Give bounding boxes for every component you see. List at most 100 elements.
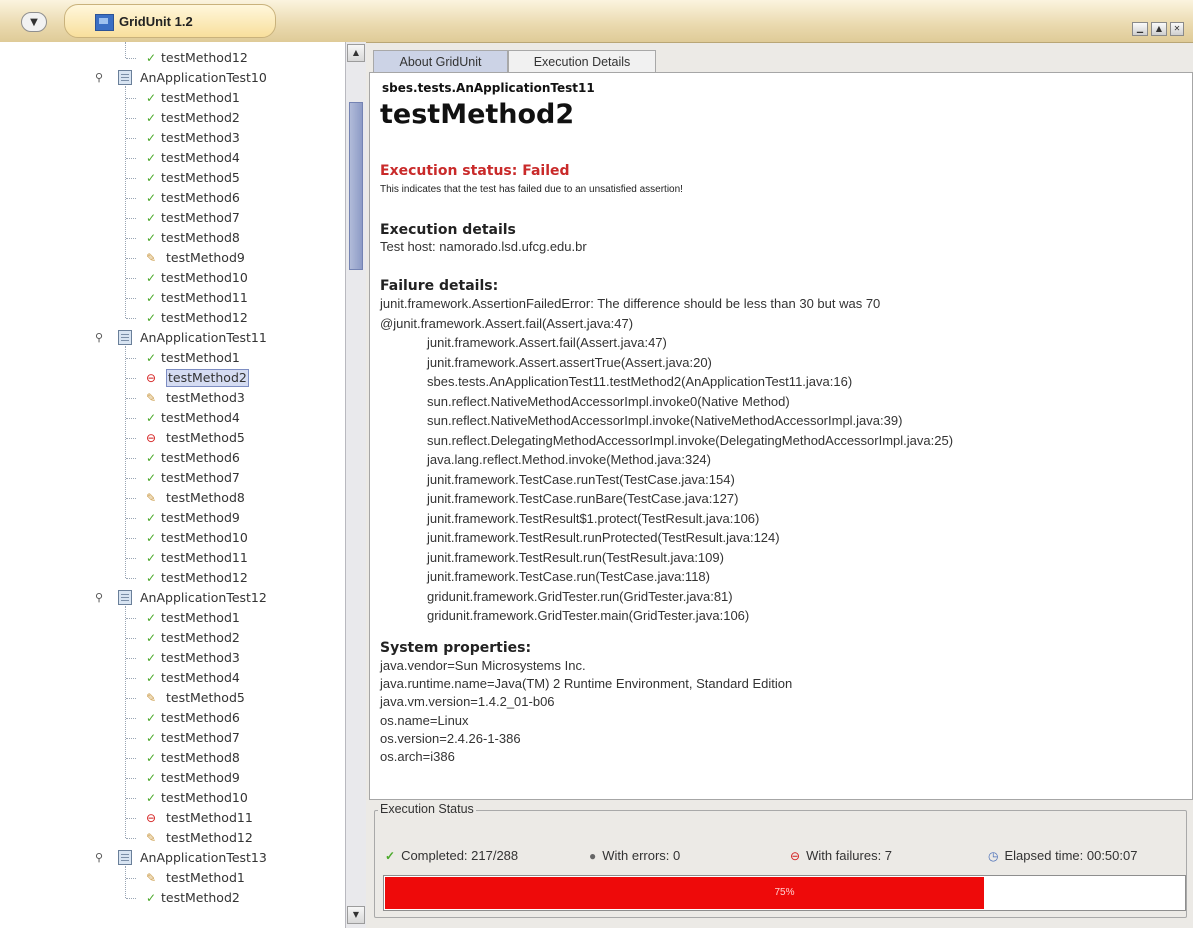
passed-check-icon: ✓ xyxy=(145,111,157,125)
tree-method-row[interactable]: ✓ testMethod3 xyxy=(0,648,345,668)
completed-count: ✓ Completed: 217/288 xyxy=(385,848,518,863)
tree-row-label: testMethod10 xyxy=(161,790,248,805)
passed-check-icon: ✓ xyxy=(145,171,157,185)
tree-row-label: testMethod11 xyxy=(161,290,248,305)
test-tree[interactable]: ✓ testMethod12 ⚲ AnApplicationTest10 ✓ testMe… xyxy=(0,42,345,928)
tree-row-label: AnApplicationTest10 xyxy=(140,70,267,85)
minimize-button[interactable]: ▁ xyxy=(1132,22,1148,36)
tree-connector xyxy=(126,838,136,839)
tree-method-row[interactable]: ✓ testMethod4 xyxy=(0,408,345,428)
tree-method-row[interactable]: ✓ testMethod5 xyxy=(0,168,345,188)
tree-expand-handle-icon[interactable]: ⚲ xyxy=(95,592,103,603)
tree-method-row[interactable]: ⊖ testMethod2 xyxy=(0,368,345,388)
tree-method-row[interactable]: ✓ testMethod4 xyxy=(0,668,345,688)
system-property-line: os.version=2.4.26-1-386 xyxy=(380,730,521,746)
passed-check-icon: ✓ xyxy=(145,211,157,225)
stack-trace-line: sun.reflect.NativeMethodAccessorImpl.inv… xyxy=(427,393,790,409)
tree-connector xyxy=(126,498,136,499)
tree-method-row[interactable]: ✎ testMethod12 xyxy=(0,828,345,848)
test-suite-icon xyxy=(118,330,132,345)
tree-expand-handle-icon[interactable]: ⚲ xyxy=(95,852,103,863)
tree-connector xyxy=(126,258,136,259)
close-button[interactable]: ✕ xyxy=(1170,22,1184,36)
tree-row-label: testMethod12 xyxy=(161,50,248,65)
tab-execution-details[interactable]: Execution Details xyxy=(508,50,656,72)
tree-method-row[interactable]: ✎ testMethod5 xyxy=(0,688,345,708)
tree-method-row[interactable]: ✓ testMethod8 xyxy=(0,748,345,768)
tree-method-row[interactable]: ✓ testMethod12 xyxy=(0,568,345,588)
tree-method-row[interactable]: ✓ testMethod6 xyxy=(0,188,345,208)
tab-about-gridunit[interactable]: About GridUnit xyxy=(373,50,508,72)
tree-method-row[interactable]: ✓ testMethod1 xyxy=(0,348,345,368)
tree-method-row[interactable]: ✓ testMethod1 xyxy=(0,88,345,108)
tree-row-label: testMethod1 xyxy=(161,350,240,365)
system-property-line: os.arch=i386 xyxy=(380,749,455,764)
maximize-icon: ▲ xyxy=(1155,24,1163,33)
tree-method-row[interactable]: ⊖ testMethod5 xyxy=(0,428,345,448)
tree-row-label: AnApplicationTest11 xyxy=(140,330,267,345)
test-host: Test host: namorado.lsd.ufcg.edu.br xyxy=(380,239,587,254)
tree-method-row[interactable]: ✓ testMethod7 xyxy=(0,728,345,748)
tree-method-row[interactable]: ✓ testMethod12 xyxy=(0,48,345,68)
tree-connector xyxy=(126,738,136,739)
tree-method-row[interactable]: ✓ testMethod6 xyxy=(0,708,345,728)
tree-method-row[interactable]: ✓ testMethod11 xyxy=(0,548,345,568)
passed-check-icon: ✓ xyxy=(145,231,157,245)
tree-method-row[interactable]: ✎ testMethod1 xyxy=(0,868,345,888)
window-menu-button[interactable]: ▼ xyxy=(21,12,47,32)
tree-row-label: testMethod1 xyxy=(166,870,245,885)
tree-connector xyxy=(126,318,136,319)
maximize-button[interactable]: ▲ xyxy=(1151,22,1167,36)
tree-method-row[interactable]: ✎ testMethod9 xyxy=(0,248,345,268)
tree-suite-row[interactable]: ⚲ AnApplicationTest10 xyxy=(0,68,345,88)
tree-method-row[interactable]: ✎ testMethod3 xyxy=(0,388,345,408)
tree-method-row[interactable]: ✓ testMethod1 xyxy=(0,608,345,628)
failures-text: With failures: 7 xyxy=(806,848,893,863)
passed-check-icon: ✓ xyxy=(145,191,157,205)
tree-method-row[interactable]: ✓ testMethod11 xyxy=(0,288,345,308)
scrollbar-thumb[interactable] xyxy=(349,102,363,270)
tree-method-row[interactable]: ✓ testMethod4 xyxy=(0,148,345,168)
tree-method-row[interactable]: ✓ testMethod12 xyxy=(0,308,345,328)
tree-method-row[interactable]: ✓ testMethod3 xyxy=(0,128,345,148)
tree-method-row[interactable]: ✓ testMethod2 xyxy=(0,888,345,908)
passed-check-icon: ✓ xyxy=(145,511,157,525)
tree-method-row[interactable]: ✓ testMethod6 xyxy=(0,448,345,468)
tree-row-label: testMethod8 xyxy=(161,230,240,245)
tree-method-row[interactable]: ✓ testMethod7 xyxy=(0,208,345,228)
tree-method-row[interactable]: ✓ testMethod2 xyxy=(0,628,345,648)
tree-method-row[interactable]: ✓ testMethod10 xyxy=(0,528,345,548)
tree-method-row[interactable]: ✓ testMethod2 xyxy=(0,108,345,128)
test-suite-icon xyxy=(118,590,132,605)
tree-method-row[interactable]: ✓ testMethod9 xyxy=(0,508,345,528)
tree-suite-row[interactable]: ⚲ AnApplicationTest13 xyxy=(0,848,345,868)
scroll-up-button[interactable]: ▲ xyxy=(347,44,365,62)
system-property-line: java.vendor=Sun Microsystems Inc. xyxy=(380,658,586,673)
tree-method-row[interactable]: ⊖ testMethod11 xyxy=(0,808,345,828)
tree-connector xyxy=(126,798,136,799)
tree-suite-row[interactable]: ⚲ AnApplicationTest11 xyxy=(0,328,345,348)
tree-method-row[interactable]: ✓ testMethod10 xyxy=(0,268,345,288)
error-icon: ● xyxy=(589,849,597,863)
stack-trace-line: junit.framework.TestCase.runBare(TestCas… xyxy=(427,491,739,506)
tree-connector xyxy=(126,438,136,439)
tree-method-row[interactable]: ✓ testMethod7 xyxy=(0,468,345,488)
tree-connector xyxy=(126,358,136,359)
tree-row-label: testMethod2 xyxy=(166,369,249,387)
tree-expand-handle-icon[interactable]: ⚲ xyxy=(95,72,103,83)
tree-scrollbar[interactable]: ▲ ▼ xyxy=(345,42,366,928)
scroll-down-button[interactable]: ▼ xyxy=(347,906,365,924)
tree-method-row[interactable]: ✓ testMethod10 xyxy=(0,788,345,808)
tree-method-row[interactable]: ✓ testMethod8 xyxy=(0,228,345,248)
tree-row-label: testMethod12 xyxy=(161,570,248,585)
tree-method-row[interactable]: ✎ testMethod8 xyxy=(0,488,345,508)
tree-connector xyxy=(126,238,136,239)
tree-row-label: testMethod9 xyxy=(161,770,240,785)
tree-method-row[interactable]: ✓ testMethod9 xyxy=(0,768,345,788)
tree-row-label: testMethod9 xyxy=(161,510,240,525)
tree-expand-handle-icon[interactable]: ⚲ xyxy=(95,332,103,343)
test-suite-icon xyxy=(118,850,132,865)
error-icon: ✎ xyxy=(145,691,157,705)
system-properties-heading: System properties: xyxy=(380,640,532,656)
tree-suite-row[interactable]: ⚲ AnApplicationTest12 xyxy=(0,588,345,608)
